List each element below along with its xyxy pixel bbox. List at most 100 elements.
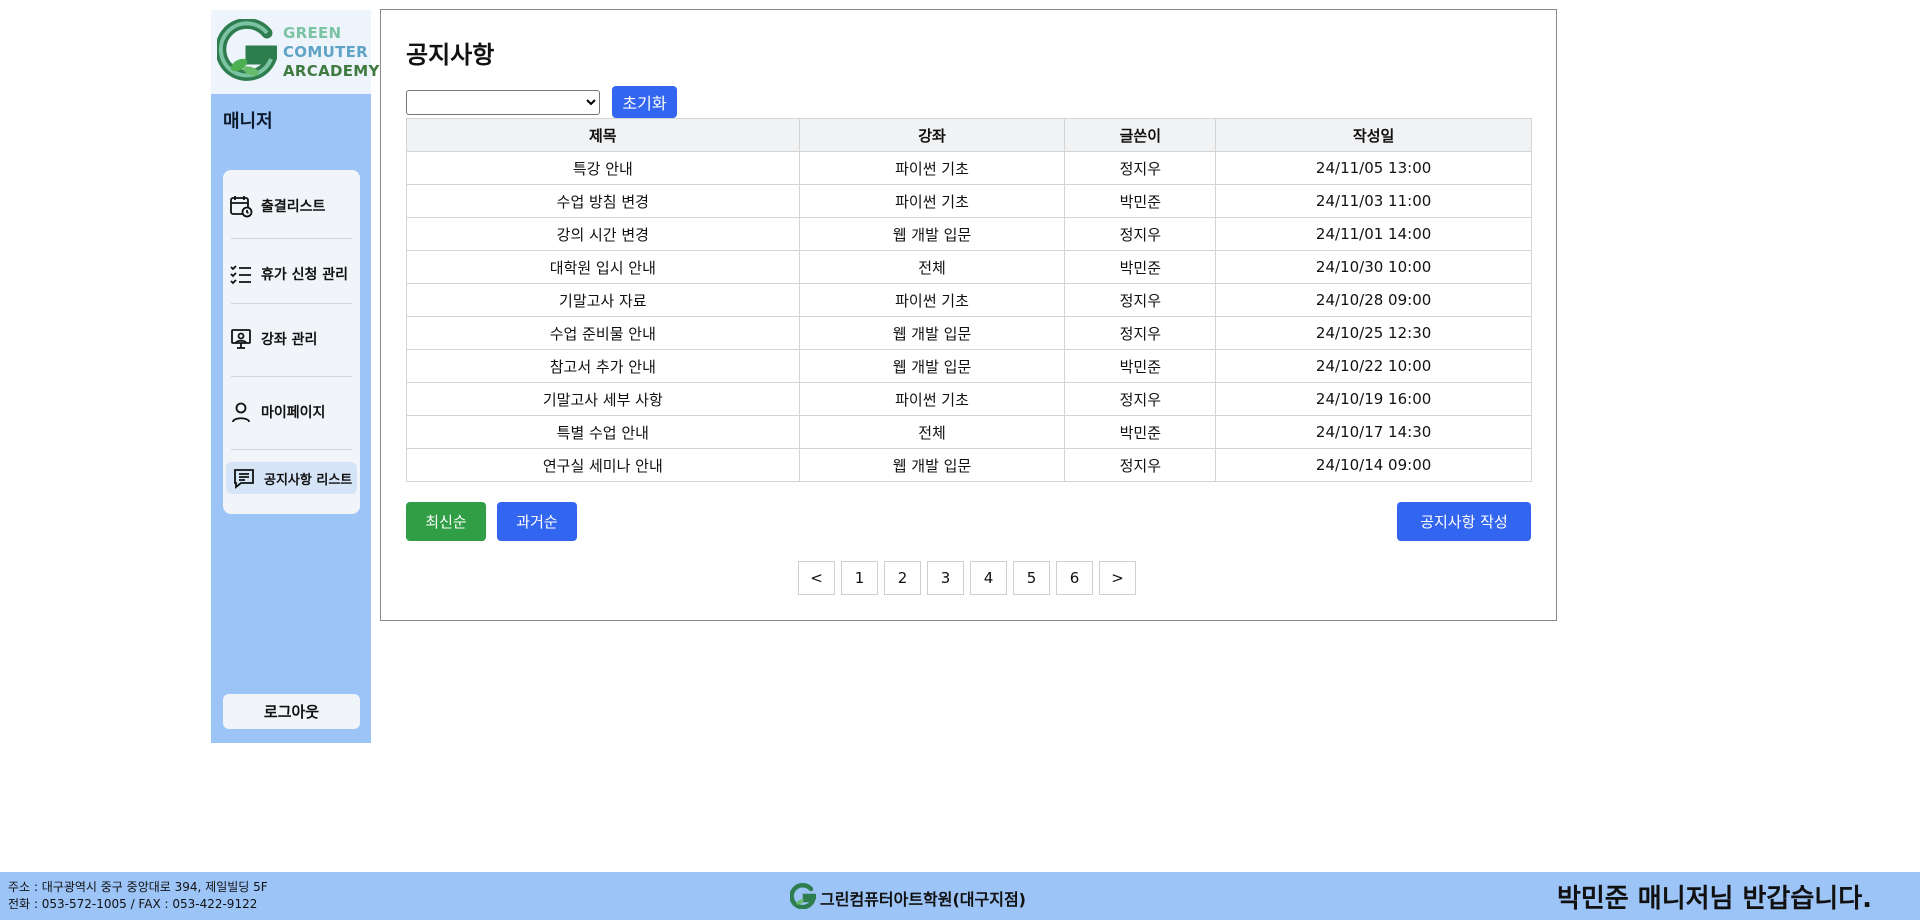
table-row[interactable]: 참고서 추가 안내 웹 개발 입문 박민준 24/10/22 10:00 [406, 349, 1532, 383]
cell-title[interactable]: 연구실 세미나 안내 [406, 448, 800, 482]
header-writer: 글쓴이 [1064, 118, 1217, 152]
sidebar-item-vacation[interactable]: 휴가 신청 관리 [223, 250, 360, 298]
user-icon [227, 398, 255, 426]
cell-course: 웹 개발 입문 [798, 448, 1066, 482]
sidebar-item-course[interactable]: 강좌 관리 [223, 315, 360, 363]
footer-contact: 주소 : 대구광역시 중구 중앙대로 394, 제일빌딩 5F 전화 : 053… [8, 879, 268, 913]
cell-writer: 정지우 [1064, 151, 1217, 185]
footer: 주소 : 대구광역시 중구 중앙대로 394, 제일빌딩 5F 전화 : 053… [0, 872, 1920, 920]
notice-panel: 공지사항 초기화 제목 강좌 글쓴이 작성일 특강 안내 파이썬 기초 정지우 … [380, 9, 1557, 621]
divider [231, 449, 352, 450]
divider [231, 303, 352, 304]
cell-date: 24/10/25 12:30 [1215, 316, 1532, 350]
sidebar-item-label: 휴가 신청 관리 [261, 267, 349, 283]
brand-logo-icon [789, 883, 818, 913]
cell-date: 24/10/17 14:30 [1215, 415, 1532, 449]
sidebar-item-attendance[interactable]: 출결리스트 [223, 182, 360, 230]
cell-course: 전체 [798, 250, 1066, 284]
logo[interactable]: GREEN COMUTER ARCADEMY [211, 10, 379, 94]
table-row[interactable]: 수업 방침 변경 파이썬 기초 박민준 24/11/03 11:00 [406, 184, 1532, 218]
page-button-6[interactable]: 6 [1056, 561, 1093, 595]
sidebar-item-label: 출결리스트 [261, 199, 326, 215]
footer-phone: 전화 : 053-572-1005 / FAX : 053-422-9122 [8, 897, 258, 911]
logo-line-3: ARCADEMY [283, 61, 380, 80]
table-row[interactable]: 대학원 입시 안내 전체 박민준 24/10/30 10:00 [406, 250, 1532, 284]
course-filter-select[interactable] [406, 90, 600, 115]
sidebar-item-label: 마이페이지 [261, 405, 326, 421]
cell-title[interactable]: 특별 수업 안내 [406, 415, 800, 449]
cell-title[interactable]: 특강 안내 [406, 151, 800, 185]
divider [231, 238, 352, 239]
cell-course: 파이썬 기초 [798, 151, 1066, 185]
cell-date: 24/10/19 16:00 [1215, 382, 1532, 416]
calendar-clock-icon [227, 192, 255, 220]
notice-table: 제목 강좌 글쓴이 작성일 특강 안내 파이썬 기초 정지우 24/11/05 … [406, 118, 1532, 482]
table-row[interactable]: 기말고사 세부 사항 파이썬 기초 정지우 24/10/19 16:00 [406, 382, 1532, 416]
welcome-message: 박민준 매니저님 반갑습니다. [1556, 884, 1872, 914]
cell-writer: 박민준 [1064, 184, 1217, 218]
cell-date: 24/11/01 14:00 [1215, 217, 1532, 251]
cell-date: 24/11/03 11:00 [1215, 184, 1532, 218]
table-row[interactable]: 수업 준비물 안내 웹 개발 입문 정지우 24/10/25 12:30 [406, 316, 1532, 350]
cell-date: 24/10/28 09:00 [1215, 283, 1532, 317]
cell-writer: 박민준 [1064, 349, 1217, 383]
checklist-icon [227, 260, 255, 288]
table-row[interactable]: 특별 수업 안내 전체 박민준 24/10/17 14:30 [406, 415, 1532, 449]
table-row[interactable]: 특강 안내 파이썬 기초 정지우 24/11/05 13:00 [406, 151, 1532, 185]
sidebar-item-label: 공지사항 리스트 [264, 472, 353, 488]
page-button-3[interactable]: 3 [927, 561, 964, 595]
cell-writer: 정지우 [1064, 448, 1217, 482]
page-prev-button[interactable]: < [798, 561, 835, 595]
logo-g-icon [215, 17, 281, 85]
cell-course: 웹 개발 입문 [798, 217, 1066, 251]
table-row[interactable]: 강의 시간 변경 웹 개발 입문 정지우 24/11/01 14:00 [406, 217, 1532, 251]
cell-title[interactable]: 수업 방침 변경 [406, 184, 800, 218]
cell-title[interactable]: 수업 준비물 안내 [406, 316, 800, 350]
sidebar-item-mypage[interactable]: 마이페이지 [223, 388, 360, 436]
logo-line-1: GREEN [283, 23, 342, 42]
pagination: < 1 2 3 4 5 6 > [798, 561, 1136, 595]
page-button-5[interactable]: 5 [1013, 561, 1050, 595]
page-button-4[interactable]: 4 [970, 561, 1007, 595]
write-notice-button[interactable]: 공지사항 작성 [1397, 502, 1531, 541]
lecture-board-icon [227, 325, 255, 353]
cell-title[interactable]: 참고서 추가 안내 [406, 349, 800, 383]
message-icon [230, 464, 258, 492]
cell-writer: 정지우 [1064, 382, 1217, 416]
header-title: 제목 [406, 118, 800, 152]
cell-course: 웹 개발 입문 [798, 349, 1066, 383]
footer-address: 주소 : 대구광역시 중구 중앙대로 394, 제일빌딩 5F [8, 880, 268, 894]
header-date: 작성일 [1215, 118, 1532, 152]
footer-brand: 그린컴퓨터아트학원(대구지점) [789, 883, 1026, 913]
sort-oldest-button[interactable]: 과거순 [497, 502, 577, 541]
page-button-1[interactable]: 1 [841, 561, 878, 595]
page-next-button[interactable]: > [1099, 561, 1136, 595]
cell-course: 전체 [798, 415, 1066, 449]
divider [231, 376, 352, 377]
sidebar-menu: 출결리스트 휴가 신청 관리 강좌 관리 마이페이지 공지사항 리스트 [223, 170, 360, 514]
page-button-2[interactable]: 2 [884, 561, 921, 595]
cell-course: 파이썬 기초 [798, 184, 1066, 218]
cell-writer: 박민준 [1064, 415, 1217, 449]
table-row[interactable]: 기말고사 자료 파이썬 기초 정지우 24/10/28 09:00 [406, 283, 1532, 317]
cell-date: 24/11/05 13:00 [1215, 151, 1532, 185]
cell-title[interactable]: 강의 시간 변경 [406, 217, 800, 251]
cell-title[interactable]: 기말고사 자료 [406, 283, 800, 317]
cell-date: 24/10/22 10:00 [1215, 349, 1532, 383]
cell-title[interactable]: 대학원 입시 안내 [406, 250, 800, 284]
page-title: 공지사항 [406, 41, 495, 69]
sidebar-item-notices[interactable]: 공지사항 리스트 [226, 462, 357, 494]
cell-course: 파이썬 기초 [798, 283, 1066, 317]
reset-button[interactable]: 초기화 [612, 86, 677, 118]
cell-date: 24/10/30 10:00 [1215, 250, 1532, 284]
role-title: 매니저 [223, 111, 273, 132]
cell-course: 파이썬 기초 [798, 382, 1066, 416]
logout-button[interactable]: 로그아웃 [223, 694, 360, 729]
cell-writer: 정지우 [1064, 316, 1217, 350]
table-row[interactable]: 연구실 세미나 안내 웹 개발 입문 정지우 24/10/14 09:00 [406, 448, 1532, 482]
sort-newest-button[interactable]: 최신순 [406, 502, 486, 541]
brand-name: 그린컴퓨터아트학원(대구지점) [820, 890, 1026, 909]
cell-date: 24/10/14 09:00 [1215, 448, 1532, 482]
cell-title[interactable]: 기말고사 세부 사항 [406, 382, 800, 416]
sidebar: GREEN COMUTER ARCADEMY 매니저 출결리스트 휴가 신청 관… [211, 10, 379, 743]
